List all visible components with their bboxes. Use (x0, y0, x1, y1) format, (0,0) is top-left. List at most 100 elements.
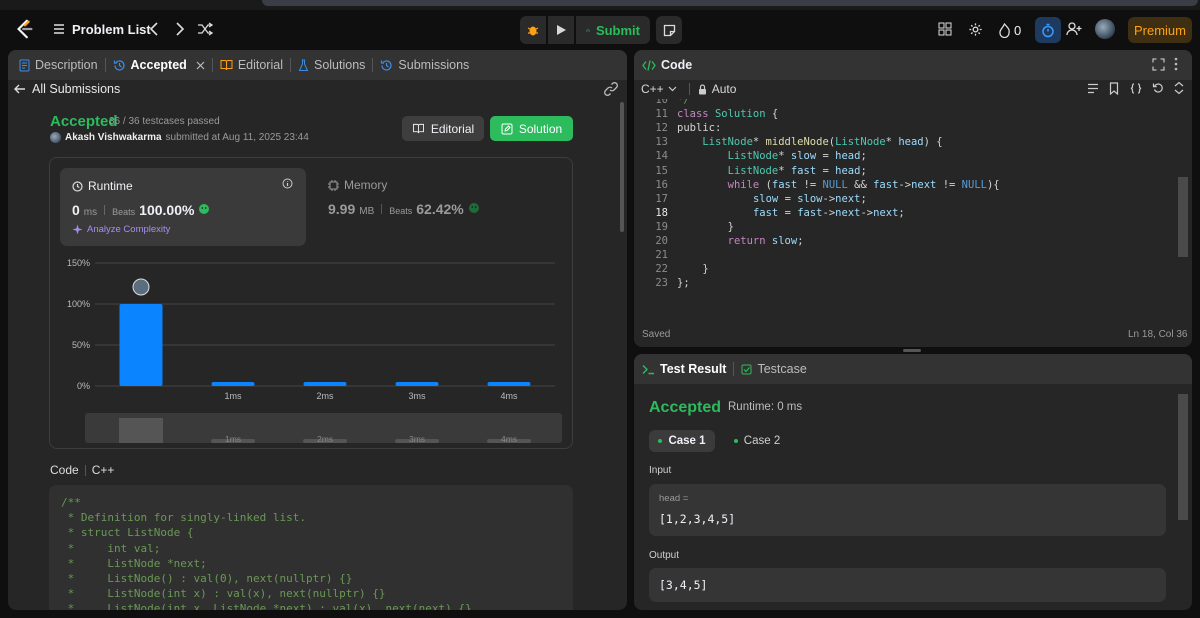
editor-line: 21 (640, 249, 677, 263)
history-icon (113, 59, 125, 71)
problem-list-label: Problem List (72, 21, 151, 37)
streak-counter[interactable]: 0 (998, 20, 1021, 40)
shuffle-icon (198, 22, 213, 36)
note-icon (663, 24, 675, 36)
shuffle-button[interactable] (196, 19, 214, 39)
chart-bar (119, 304, 163, 386)
terminal-icon (642, 364, 654, 374)
chart-x-tick-label: 4ms (500, 391, 518, 401)
info-icon[interactable] (282, 178, 293, 189)
result-status: Accepted (649, 399, 722, 416)
expand-icon[interactable] (1173, 81, 1185, 95)
line-code: ListNode* middleNode(ListNode* head) { (702, 136, 943, 149)
bookmark-icon[interactable] (1109, 82, 1119, 95)
notes-button[interactable] (656, 16, 682, 44)
tab-submissions[interactable]: Submissions (373, 50, 476, 80)
tab-accepted[interactable]: Accepted (106, 50, 212, 80)
solution-button[interactable]: Solution (490, 116, 573, 141)
runtime-beats-label: Beats (112, 207, 136, 217)
link-icon[interactable] (604, 82, 618, 96)
close-icon[interactable] (196, 61, 205, 70)
analyze-complexity-link[interactable]: Analyze Complexity (72, 224, 170, 235)
stats-box: Runtime 0 ms Beats 100.00% Analyze Compl… (49, 157, 573, 449)
auto-mode-toggle[interactable]: Auto (698, 82, 736, 96)
chart-bar (211, 382, 255, 386)
edit-icon (501, 123, 513, 134)
run-button[interactable] (548, 16, 574, 44)
line-code: while (fast != NULL && fast->next != NUL… (727, 178, 1000, 191)
code-line: * ListNode() : val(0), next(nullptr) {} (61, 572, 353, 585)
fullscreen-icon[interactable] (1152, 58, 1165, 71)
format-icon[interactable] (1087, 83, 1099, 94)
language-select[interactable]: C++ (641, 82, 677, 96)
prev-problem-button[interactable] (146, 19, 162, 39)
line-code: ListNode* slow = head; (727, 150, 867, 163)
next-problem-button[interactable] (172, 19, 188, 39)
cursor-position: Ln 18, Col 36 (1128, 329, 1188, 340)
memory-beats-pct: 62.42% (416, 201, 464, 217)
tab-testcase[interactable]: Testcase (734, 354, 813, 384)
code-editor-area[interactable]: 10 */11 class Solution {12 public: 13 ListNo… (640, 99, 1175, 325)
leetcode-logo-icon[interactable] (14, 18, 36, 40)
runtime-distribution-chart: 150% 100% 50% 0% 1ms 2ms 3ms 4ms 1ms 2ms 3ms 4ms (67, 258, 562, 444)
submitter-name[interactable]: Akash Vishwakarma (65, 132, 162, 143)
case-1-button[interactable]: Case 1 (649, 430, 715, 452)
add-friend-button[interactable] (1064, 19, 1084, 39)
tab-solutions[interactable]: Solutions (291, 50, 372, 80)
line-number: 15 (655, 164, 668, 177)
settings-button[interactable] (966, 20, 984, 38)
cloud-upload-icon (586, 28, 590, 32)
submit-button[interactable]: Submit (576, 16, 650, 44)
case-pass-dot (658, 439, 663, 443)
memory-header[interactable]: Memory (328, 178, 387, 192)
panel-resize-handle[interactable] (903, 349, 921, 352)
premium-label: Premium (1133, 22, 1186, 38)
code-section-lang: C++ (91, 463, 115, 477)
editorial-button-label: Editorial (430, 121, 475, 136)
code-section-header: Code C++ (50, 463, 114, 477)
line-code: */ (677, 99, 690, 106)
line-code: } (702, 263, 709, 276)
timer-button[interactable] (1035, 17, 1061, 43)
editor-scrollbar[interactable] (1178, 177, 1188, 257)
chart-bar (395, 382, 439, 386)
book-icon (412, 123, 424, 134)
editorial-button[interactable]: Editorial (402, 116, 484, 141)
editor-line: 23}; (640, 277, 689, 291)
tab-description[interactable]: Description (12, 50, 105, 80)
line-number: 20 (655, 235, 668, 247)
braces-icon[interactable] (1130, 83, 1142, 94)
code-icon (642, 59, 656, 71)
line-code: fast = fast->next->next; (752, 206, 905, 219)
sparkle-icon (72, 224, 83, 235)
tab-submissions-label: Submissions (398, 58, 470, 72)
input-label: Input (649, 465, 672, 476)
top-bar: Problem List Submit 0 Premium (0, 10, 1200, 48)
tab-editorial[interactable]: Editorial (213, 50, 290, 80)
result-scrollbar[interactable] (1178, 394, 1188, 520)
debug-button[interactable] (520, 16, 546, 44)
left-tab-bar: Description Accepted Editorial Solutions… (8, 50, 627, 80)
problem-list-button[interactable]: Problem List (52, 19, 151, 39)
all-submissions-link[interactable]: All Submissions (14, 81, 120, 97)
submitted-code-block[interactable]: /** * Definition for singly-linked list.… (49, 485, 573, 610)
code-editor-header: Code (634, 50, 1192, 80)
premium-button[interactable]: Premium (1128, 17, 1192, 43)
stopwatch-icon (1042, 23, 1054, 37)
line-code: ListNode* fast = head; (727, 164, 867, 177)
run-submit-group: Submit (520, 16, 650, 44)
left-scrollbar[interactable] (620, 102, 624, 232)
case-2-button[interactable]: Case 2 (724, 430, 790, 452)
output-value: [3,4,5] (659, 578, 708, 592)
navigator-label: 4ms (501, 434, 517, 444)
line-number: 19 (655, 220, 668, 233)
navigator-label: 3ms (409, 434, 425, 444)
layout-button[interactable] (936, 20, 954, 38)
runtime-beats-pct: 100.00% (139, 202, 195, 218)
tab-test-result[interactable]: Test Result (642, 354, 733, 384)
more-icon[interactable] (1174, 57, 1178, 71)
avatar[interactable] (1095, 19, 1115, 39)
reset-icon[interactable] (1152, 82, 1164, 94)
runtime-card[interactable]: Runtime 0 ms Beats 100.00% Analyze Compl… (60, 168, 306, 246)
chart-x-tick-label: 1ms (224, 391, 242, 401)
